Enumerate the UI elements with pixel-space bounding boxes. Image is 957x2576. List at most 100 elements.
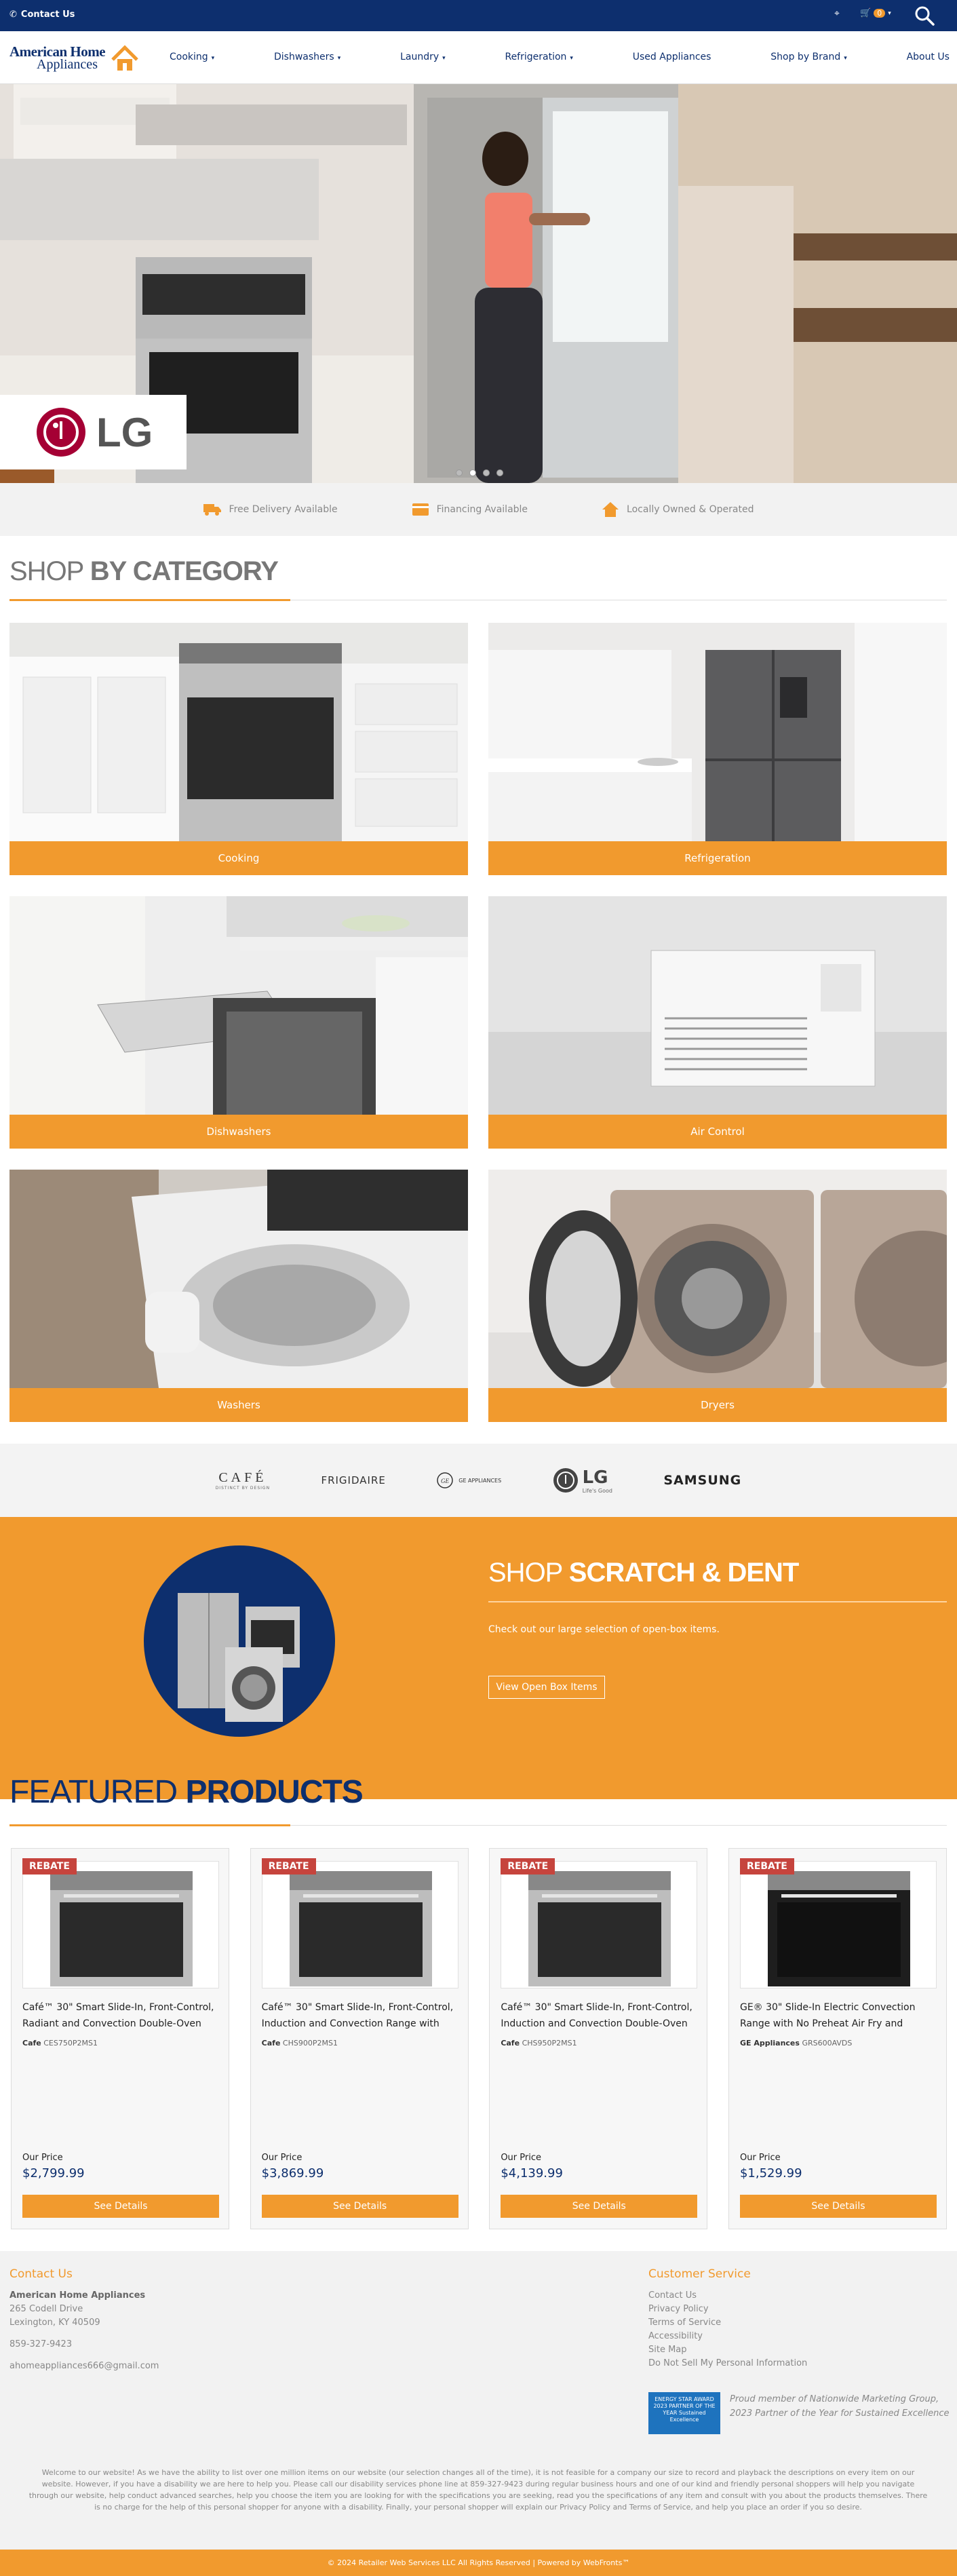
footer-contact-title: Contact Us [9, 2267, 73, 2281]
brand-logo-ge[interactable]: GE GE APPLIANCES [437, 1472, 501, 1488]
chevron-down-icon: ▾ [211, 55, 215, 62]
lg-logo-icon [553, 1468, 578, 1493]
category-image [488, 623, 947, 841]
contact-label: Contact Us [20, 9, 75, 20]
search-icon[interactable] [914, 5, 935, 26]
category-label: Cooking [9, 841, 468, 875]
chevron-down-icon: ▾ [570, 55, 573, 62]
svg-text:GE: GE [441, 1478, 449, 1484]
ge-monogram-icon: GE [437, 1472, 453, 1488]
contact-link[interactable]: ✆ Contact Us [9, 9, 75, 20]
nav-item-dishwashers[interactable]: Dishwashers ▾ [274, 52, 340, 62]
category-label: Washers [9, 1388, 468, 1422]
product-image[interactable] [501, 1861, 698, 1988]
category-label: Air Control [488, 1115, 947, 1149]
company-name: American Home Appliances [9, 2290, 146, 2301]
nav-item-label: Used Appliances [632, 52, 711, 62]
nav-item-label: Dishwashers [274, 52, 334, 62]
footer-link-sitemap[interactable]: Site Map [648, 2343, 807, 2357]
footer-email-link[interactable]: ahomeappliances666@gmail.com [9, 2361, 159, 2371]
footer-link-privacy[interactable]: Privacy Policy [648, 2303, 807, 2316]
perk-locally-owned: Locally Owned & Operated [602, 502, 754, 517]
product-card[interactable]: REBATE Café™ 30" Smart Slide-In, Front-Co… [11, 1848, 229, 2229]
nav-item-used-appliances[interactable]: Used Appliances [633, 52, 711, 62]
category-card-cooking[interactable]: Cooking [9, 623, 468, 875]
category-section-title: SHOP BY CATEGORY [9, 556, 279, 587]
scratch-dent-banner: SHOP SCRATCH & DENT Check out our large … [0, 1517, 957, 1799]
brand-logo-samsung[interactable]: SAMSUNG [663, 1473, 741, 1488]
main-nav: Cooking ▾ Dishwashers ▾ Laundry ▾ Refrigeratio… [170, 52, 950, 62]
carousel-dot[interactable] [483, 469, 490, 476]
phone-icon: ✆ [9, 9, 17, 20]
product-sku: Cafe CHS950P2MS1 [501, 2039, 577, 2048]
category-image [488, 896, 947, 1115]
category-card-dishwashers[interactable]: Dishwashers [9, 896, 468, 1149]
category-card-washers[interactable]: Washers [9, 1170, 468, 1422]
see-details-button[interactable]: See Details [22, 2195, 219, 2218]
street: 265 Codell Drive [9, 2304, 83, 2314]
see-details-button[interactable]: See Details [501, 2195, 698, 2218]
truck-icon [203, 504, 221, 516]
chevron-down-icon: ▾ [337, 55, 341, 62]
footer-link-do-not-sell[interactable]: Do Not Sell My Personal Information [648, 2357, 807, 2370]
divider [488, 1601, 947, 1602]
cart-icon: 🛒 [860, 8, 872, 18]
product-image[interactable] [739, 1861, 937, 1988]
title-bold: PRODUCTS [185, 1774, 363, 1810]
brand-strip: CAFÉ DISTINCT BY DESIGN FRIGIDAIRE GE GE… [0, 1444, 957, 1517]
featured-section-title: FEATURED PRODUCTS [9, 1773, 364, 1811]
footer-phone-link[interactable]: 859-327-9423 [9, 2339, 72, 2349]
nav-item-shop-by-brand[interactable]: Shop by Brand ▾ [770, 52, 847, 62]
product-card[interactable]: REBATE Café™ 30" Smart Slide-In, Front-Co… [250, 1848, 469, 2229]
city: Lexington, KY 40509 [9, 2318, 100, 2328]
footer-link-terms[interactable]: Terms of Service [648, 2316, 807, 2330]
see-details-button[interactable]: See Details [739, 2195, 937, 2218]
appliances-bundle-image [144, 1545, 335, 1737]
carousel-dot[interactable] [496, 469, 503, 476]
product-model: CHS900P2MS1 [282, 2039, 338, 2048]
brand-logo-frigidaire[interactable]: FRIGIDAIRE [321, 1474, 385, 1486]
product-name[interactable]: Café™ 30" Smart Slide-In, Front-Control,… [262, 1999, 463, 2032]
scratch-dent-desc: Check out our large selection of open-bo… [488, 1624, 720, 1635]
brand-logo-lg[interactable]: LG Life's Good [553, 1467, 612, 1494]
product-model: GRS600AVDS [802, 2039, 853, 2048]
view-open-box-button[interactable]: View Open Box Items [488, 1676, 605, 1699]
nav-item-about-us[interactable]: About Us [907, 52, 950, 62]
credit-card-icon [412, 503, 429, 516]
perk-label: Locally Owned & Operated [627, 504, 754, 515]
site-logo[interactable]: American Home Appliances [9, 43, 138, 75]
category-card-air-control[interactable]: Air Control [488, 896, 947, 1149]
logo-house-icon [111, 45, 138, 71]
product-card[interactable]: REBATE GE® 30" Slide-In Electric Convecti… [728, 1848, 947, 2229]
product-grid: REBATE Café™ 30" Smart Slide-In, Front-Co… [11, 1848, 947, 2229]
carousel-dot[interactable] [456, 469, 463, 476]
product-image[interactable] [261, 1861, 458, 1988]
energy-star-badge: ENERGY STAR AWARD 2023 PARTNER OF THE YE… [648, 2392, 720, 2434]
product-sku: GE Appliances GRS600AVDS [740, 2039, 852, 2048]
product-name[interactable]: Café™ 30" Smart Slide-In, Front-Control,… [22, 1999, 223, 2032]
location-pin-icon[interactable]: ⌖ [834, 8, 840, 19]
product-image[interactable] [22, 1861, 219, 1988]
nav-item-label: Laundry [400, 52, 440, 62]
nav-item-refrigeration[interactable]: Refrigeration ▾ [505, 52, 572, 62]
nav-item-label: Cooking [170, 52, 208, 62]
footer-link-accessibility[interactable]: Accessibility [648, 2330, 807, 2343]
footer-link-contact[interactable]: Contact Us [648, 2289, 807, 2303]
carousel-dot[interactable] [469, 469, 476, 476]
perks-bar: Free Delivery Available Financing Availa… [0, 483, 957, 536]
product-name[interactable]: GE® 30" Slide-In Electric Convection Ran… [740, 1999, 941, 2032]
nav-item-laundry[interactable]: Laundry ▾ [400, 52, 446, 62]
product-card[interactable]: REBATE Café™ 30" Smart Slide-In, Front-Co… [489, 1848, 708, 2229]
category-card-dryers[interactable]: Dryers [488, 1170, 947, 1422]
main-header: American Home Appliances Cooking ▾ Dishwas… [0, 31, 957, 84]
cart-button[interactable]: 🛒 0 ▾ [860, 8, 891, 18]
see-details-button[interactable]: See Details [261, 2195, 458, 2218]
category-label: Dishwashers [9, 1115, 468, 1149]
category-card-refrigeration[interactable]: Refrigeration [488, 623, 947, 875]
product-name[interactable]: Café™ 30" Smart Slide-In, Front-Control,… [501, 1999, 701, 2032]
price-label: Our Price [501, 2153, 541, 2163]
title-bold: SCRATCH & DENT [568, 1558, 800, 1588]
brand-logo-cafe[interactable]: CAFÉ DISTINCT BY DESIGN [216, 1470, 270, 1491]
nav-item-cooking[interactable]: Cooking ▾ [170, 52, 214, 62]
accessibility-disclaimer: Welcome to our website! As we have the a… [28, 2468, 928, 2512]
